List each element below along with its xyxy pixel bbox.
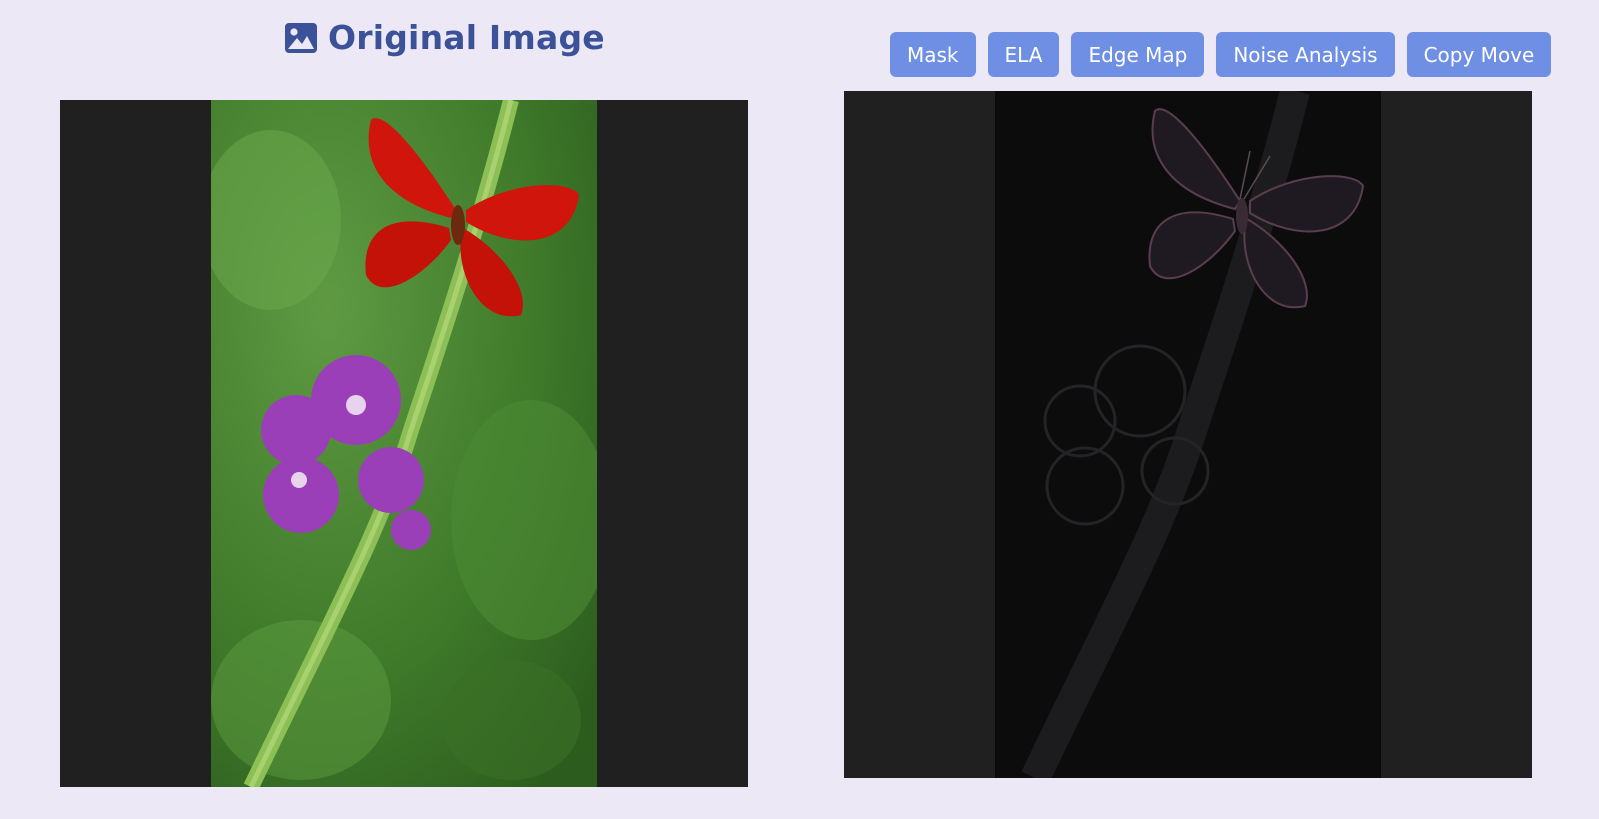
image-icon [284,22,318,54]
edge-map-button[interactable]: Edge Map [1071,32,1205,77]
analysis-result-image [995,91,1381,778]
page-title-text: Original Image [328,18,605,57]
noise-analysis-button[interactable]: Noise Analysis [1216,32,1395,77]
copy-move-button[interactable]: Copy Move [1406,32,1552,77]
original-image-panel [60,100,748,787]
mask-button[interactable]: Mask [890,32,976,77]
analysis-toolbar: Mask ELA Edge Map Noise Analysis Copy Mo… [890,32,1552,77]
original-image [211,100,597,787]
analysis-result-panel [844,91,1532,778]
ela-button[interactable]: ELA [987,32,1060,77]
page-title: Original Image [284,18,605,57]
